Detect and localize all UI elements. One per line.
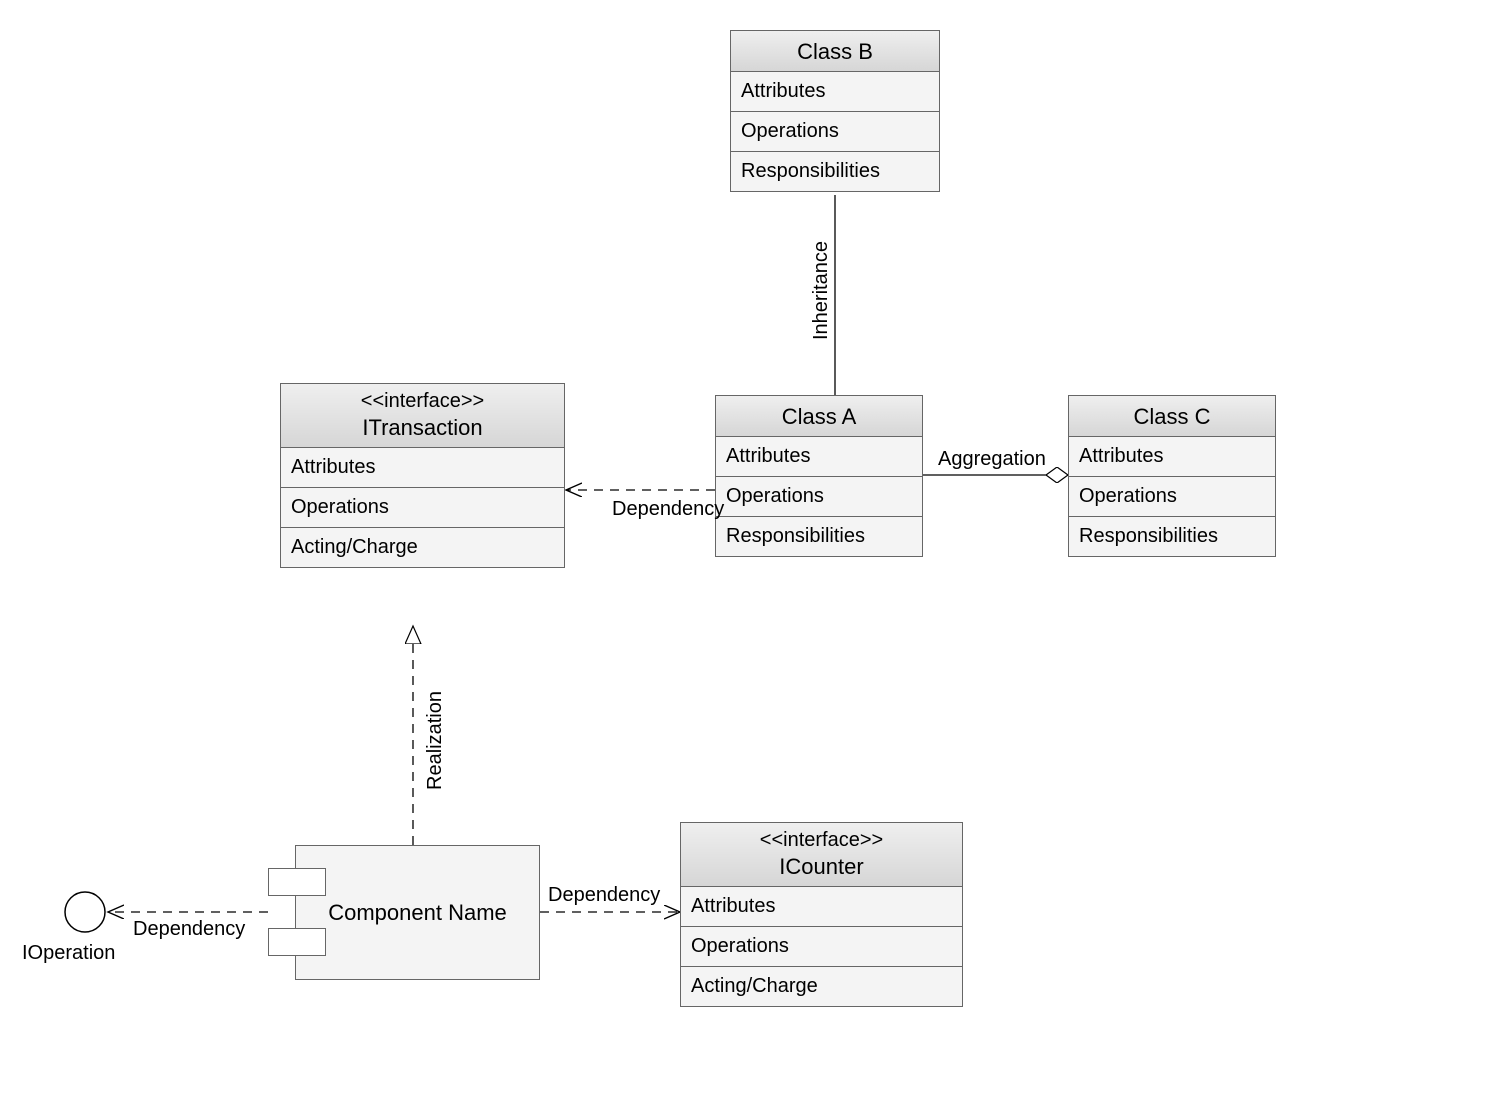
itransaction-row: Operations	[281, 488, 564, 528]
label-aggregation: Aggregation	[938, 448, 1046, 471]
label-inheritance: Inheritance	[810, 241, 833, 340]
label-realization: Realization	[424, 691, 447, 790]
label-dependency-a-itx: Dependency	[612, 498, 724, 521]
class-c-row: Operations	[1069, 477, 1275, 517]
class-c-row: Attributes	[1069, 437, 1275, 477]
component-box[interactable]: Component Name	[295, 845, 540, 980]
itransaction-stereotype: <<interface>>	[285, 390, 560, 413]
icounter-row: Acting/Charge	[681, 967, 962, 1006]
class-a-name: Class A	[720, 402, 918, 430]
class-b-row: Attributes	[731, 72, 939, 112]
icounter-stereotype: <<interface>>	[685, 829, 958, 852]
class-a-row: Attributes	[716, 437, 922, 477]
class-b-row: Operations	[731, 112, 939, 152]
label-ioperation: IOperation	[22, 942, 115, 965]
class-a[interactable]: Class A Attributes Operations Responsibi…	[715, 395, 923, 557]
itransaction-row: Acting/Charge	[281, 528, 564, 567]
class-b-name: Class B	[735, 37, 935, 65]
class-c-row: Responsibilities	[1069, 517, 1275, 556]
class-c-name: Class C	[1073, 402, 1271, 430]
component-lug	[268, 868, 326, 896]
class-a-row: Operations	[716, 477, 922, 517]
label-dependency-comp-iop: Dependency	[133, 918, 245, 941]
itransaction-row: Attributes	[281, 448, 564, 488]
class-a-row: Responsibilities	[716, 517, 922, 556]
class-c[interactable]: Class C Attributes Operations Responsibi…	[1068, 395, 1276, 557]
component-name: Component Name	[328, 899, 507, 927]
itransaction-name: ITransaction	[285, 413, 560, 441]
icounter-row: Operations	[681, 927, 962, 967]
class-b[interactable]: Class B Attributes Operations Responsibi…	[730, 30, 940, 192]
class-b-row: Responsibilities	[731, 152, 939, 191]
icounter-row: Attributes	[681, 887, 962, 927]
interface-icounter[interactable]: <<interface>> ICounter Attributes Operat…	[680, 822, 963, 1007]
lollipop-ioperation	[65, 892, 105, 932]
component-lug	[268, 928, 326, 956]
interface-itransaction[interactable]: <<interface>> ITransaction Attributes Op…	[280, 383, 565, 568]
icounter-name: ICounter	[685, 852, 958, 880]
label-dependency-comp-icounter: Dependency	[548, 884, 660, 907]
